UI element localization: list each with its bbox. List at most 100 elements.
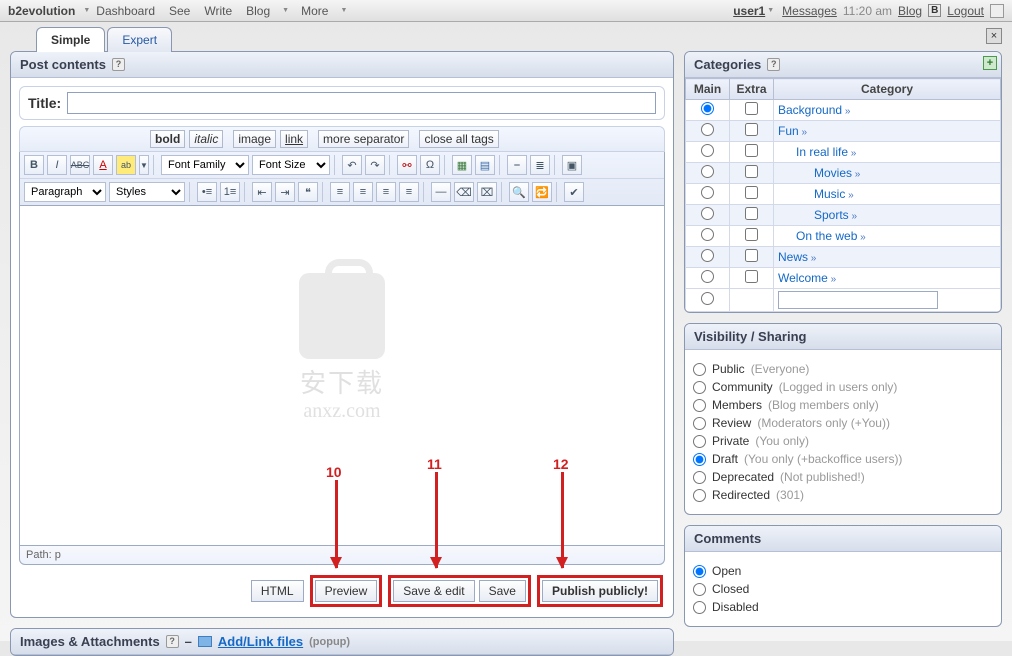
category-link[interactable]: Movies	[814, 166, 852, 180]
visibility-radio[interactable]	[693, 489, 706, 502]
add-link-files[interactable]: Add/Link files	[218, 634, 303, 649]
main-cat-radio[interactable]	[701, 270, 714, 283]
visibility-radio[interactable]	[693, 417, 706, 430]
tb-styles[interactable]: Styles	[109, 182, 185, 202]
extra-cat-checkbox[interactable]	[745, 144, 758, 157]
extra-cat-checkbox[interactable]	[745, 102, 758, 115]
extra-cat-checkbox[interactable]	[745, 207, 758, 220]
extra-cat-checkbox[interactable]	[745, 270, 758, 283]
tb-italic[interactable]: I	[47, 155, 67, 175]
close-icon[interactable]: ×	[986, 28, 1002, 44]
help-icon[interactable]: ?	[112, 58, 125, 71]
extra-cat-checkbox[interactable]	[745, 123, 758, 136]
title-input[interactable]	[67, 92, 656, 114]
tb-media[interactable]: ▤	[475, 155, 495, 175]
tb-align-center[interactable]: ≡	[353, 182, 373, 202]
tb-char[interactable]: Ω	[420, 155, 440, 175]
tb-hr[interactable]: —	[431, 182, 451, 202]
main-cat-radio[interactable]	[701, 165, 714, 178]
add-category-icon[interactable]: +	[983, 56, 997, 70]
nav-user[interactable]: user1	[733, 4, 765, 18]
tab-expert[interactable]: Expert	[107, 27, 172, 52]
nav-blog-front[interactable]: Blog	[898, 4, 922, 18]
visibility-radio[interactable]	[693, 471, 706, 484]
category-link[interactable]: Sports	[814, 208, 849, 222]
nav-see[interactable]: See	[165, 2, 194, 20]
blog-icon[interactable]: B	[928, 4, 941, 17]
tb-outdent[interactable]: ⇤	[252, 182, 272, 202]
qt-bold[interactable]: bold	[150, 130, 185, 148]
comments-radio[interactable]	[693, 601, 706, 614]
chevron-down-icon[interactable]: ▼	[139, 155, 149, 175]
tb-undo[interactable]: ↶	[342, 155, 362, 175]
category-link[interactable]: Music	[814, 187, 845, 201]
tb-spell[interactable]: ✔	[564, 182, 584, 202]
comments-radio[interactable]	[693, 583, 706, 596]
tb-image[interactable]: ▦	[452, 155, 472, 175]
extra-cat-checkbox[interactable]	[745, 249, 758, 262]
nav-blog[interactable]: Blog	[242, 2, 274, 20]
main-cat-radio[interactable]	[701, 144, 714, 157]
nav-more[interactable]: More	[297, 2, 332, 20]
nav-write[interactable]: Write	[200, 2, 236, 20]
extra-cat-checkbox[interactable]	[745, 165, 758, 178]
tb-ul[interactable]: •≡	[197, 182, 217, 202]
main-cat-radio[interactable]	[701, 207, 714, 220]
category-link[interactable]: Fun	[778, 124, 799, 138]
tb-align-full[interactable]: ≡	[399, 182, 419, 202]
category-link[interactable]: In real life	[796, 145, 848, 159]
tb-redo[interactable]: ↷	[365, 155, 385, 175]
chevron-down-icon[interactable]: ▼	[765, 7, 776, 14]
tb-removebreak[interactable]: ⌫	[454, 182, 474, 202]
tb-backcolor[interactable]: ab	[116, 155, 136, 175]
chevron-down-icon[interactable]: ▼	[338, 7, 349, 14]
category-link[interactable]: On the web	[796, 229, 857, 243]
main-cat-radio[interactable]	[701, 123, 714, 136]
qt-link[interactable]: link	[280, 130, 308, 148]
qt-close-all[interactable]: close all tags	[419, 130, 498, 148]
nav-messages[interactable]: Messages	[782, 4, 837, 18]
tab-simple[interactable]: Simple	[36, 27, 105, 52]
editor-area[interactable]: 安下载 anxz.com	[19, 206, 665, 546]
tb-font-size[interactable]: Font Size	[252, 155, 330, 175]
category-link[interactable]: Welcome	[778, 271, 828, 285]
save-edit-button[interactable]: Save & edit	[393, 580, 474, 602]
comments-radio[interactable]	[693, 565, 706, 578]
visibility-radio[interactable]	[693, 363, 706, 376]
qt-italic[interactable]: italic	[189, 130, 223, 148]
tb-ol[interactable]: 1≡	[220, 182, 240, 202]
extra-cat-checkbox[interactable]	[745, 186, 758, 199]
publish-button[interactable]: Publish publicly!	[542, 580, 658, 602]
main-cat-radio[interactable]	[701, 228, 714, 241]
tb-align-right[interactable]: ≡	[376, 182, 396, 202]
tb-bold[interactable]: B	[24, 155, 44, 175]
tb-align-left[interactable]: ≡	[330, 182, 350, 202]
visibility-radio[interactable]	[693, 399, 706, 412]
tb-blockquote[interactable]: ❝	[298, 182, 318, 202]
save-button[interactable]: Save	[479, 580, 526, 602]
visibility-radio[interactable]	[693, 453, 706, 466]
tb-search[interactable]: 🔍	[509, 182, 529, 202]
visibility-radio[interactable]	[693, 381, 706, 394]
help-icon[interactable]: ?	[767, 58, 780, 71]
main-cat-radio[interactable]	[701, 249, 714, 262]
tb-clear[interactable]: ⌧	[477, 182, 497, 202]
extra-cat-checkbox[interactable]	[745, 228, 758, 241]
tb-fullscreen[interactable]: ▣	[562, 155, 582, 175]
category-link[interactable]: News	[778, 250, 808, 264]
tb-forecolor[interactable]: A	[93, 155, 113, 175]
qt-image[interactable]: image	[233, 130, 276, 148]
chevron-down-icon[interactable]: ▼	[280, 7, 291, 14]
tb-more[interactable]: ≣	[530, 155, 550, 175]
category-link[interactable]: Background	[778, 103, 842, 117]
main-cat-radio[interactable]	[701, 102, 714, 115]
help-icon[interactable]: ?	[166, 635, 179, 648]
main-cat-radio[interactable]	[701, 186, 714, 199]
tb-strike[interactable]: ABC	[70, 155, 90, 175]
chevron-down-icon[interactable]: ▼	[81, 7, 92, 14]
main-cat-radio[interactable]	[701, 292, 714, 305]
visibility-radio[interactable]	[693, 435, 706, 448]
new-category-input[interactable]	[778, 291, 938, 309]
tb-blockformat[interactable]: Paragraph	[24, 182, 106, 202]
tb-indent[interactable]: ⇥	[275, 182, 295, 202]
